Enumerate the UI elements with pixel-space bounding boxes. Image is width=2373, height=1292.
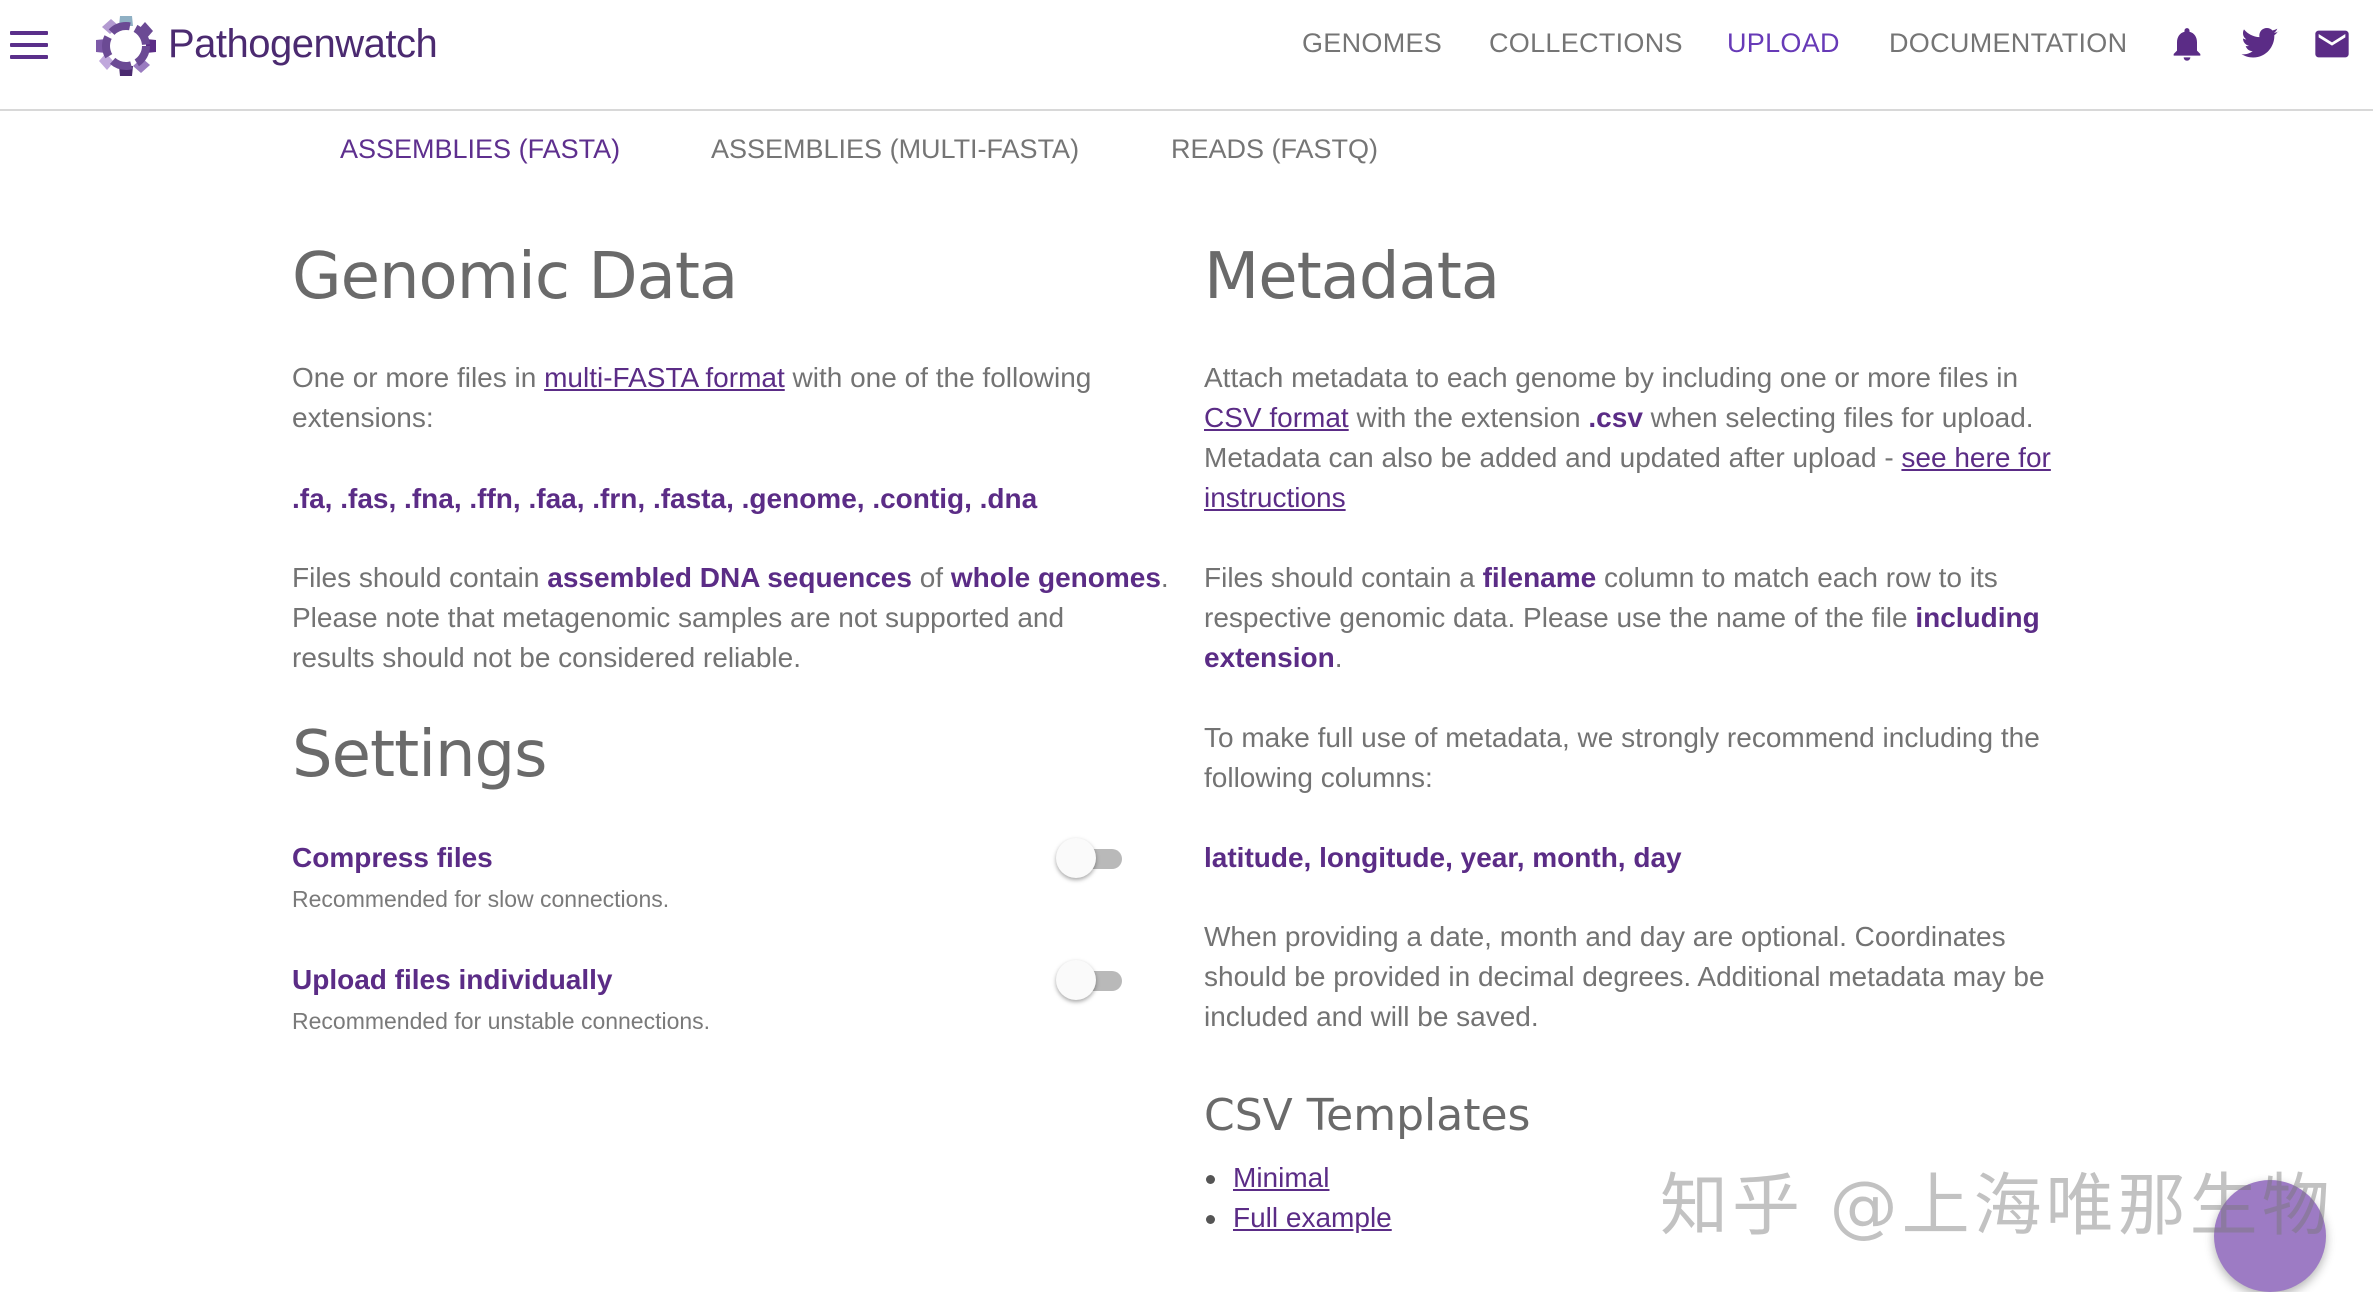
upload-individually-toggle[interactable]	[1056, 960, 1128, 1000]
instructions-link[interactable]: instructions	[1204, 482, 1346, 513]
full-example-template-link[interactable]: Full example	[1233, 1202, 1392, 1233]
list-item: Full example	[1206, 1202, 1392, 1234]
tab-assemblies-fasta[interactable]: ASSEMBLIES (FASTA)	[340, 134, 620, 165]
nav-documentation[interactable]: DOCUMENTATION	[1889, 28, 2127, 59]
metadata-filename-note: Files should contain a filename column t…	[1204, 562, 2040, 673]
brand-name[interactable]: Pathogenwatch	[168, 22, 438, 67]
compress-files-description: Recommended for slow connections.	[292, 886, 670, 912]
gear-logo-icon[interactable]	[88, 8, 164, 84]
genomic-data-heading: Genomic Data	[292, 240, 738, 314]
upload-individually-description: Recommended for unstable connections.	[292, 1008, 711, 1034]
tab-reads-fastq[interactable]: READS (FASTQ)	[1171, 134, 1378, 165]
multi-fasta-format-link[interactable]: multi-FASTA format	[544, 362, 785, 393]
csv-format-link[interactable]: CSV format	[1204, 402, 1349, 433]
upload-individually-label: Upload files individually	[292, 964, 613, 995]
tab-assemblies-multi-fasta[interactable]: ASSEMBLIES (MULTI-FASTA)	[711, 134, 1079, 165]
metadata-date-note: When providing a date, month and day are…	[1204, 921, 2045, 1032]
watermark: 知乎 @上海唯那生物	[1660, 1167, 2334, 1246]
bell-icon[interactable]	[2167, 22, 2207, 66]
recommended-columns: latitude, longitude, year, month, day	[1204, 842, 1682, 873]
nav-genomes[interactable]: GENOMES	[1302, 28, 1442, 59]
metadata-description: Attach metadata to each genome by includ…	[1204, 362, 2051, 513]
nav-upload[interactable]: UPLOAD	[1727, 28, 1840, 59]
compress-files-label: Compress files	[292, 842, 493, 873]
settings-heading: Settings	[292, 718, 547, 792]
file-extensions: .fa, .fas, .fna, .ffn, .faa, .frn, .fast…	[292, 483, 1038, 514]
app-bar: Pathogenwatch GENOMES COLLECTIONS UPLOAD…	[0, 0, 2373, 111]
csv-templates-heading: CSV Templates	[1204, 1090, 1531, 1141]
minimal-template-link[interactable]: Minimal	[1233, 1162, 1329, 1193]
list-item: Minimal	[1206, 1162, 1329, 1194]
metadata-columns-note: To make full use of metadata, we strongl…	[1204, 722, 2040, 793]
hamburger-menu-icon[interactable]	[8, 28, 52, 62]
see-here-instructions-link[interactable]: see here for	[1901, 442, 2050, 473]
nav-collections[interactable]: COLLECTIONS	[1489, 28, 1683, 59]
mail-icon[interactable]	[2310, 24, 2354, 64]
genomic-note: Files should contain assembled DNA seque…	[292, 562, 1169, 673]
genomic-description: One or more files in multi-FASTA format …	[292, 362, 1092, 433]
compress-files-toggle[interactable]	[1056, 838, 1128, 878]
twitter-icon[interactable]	[2238, 24, 2282, 64]
metadata-heading: Metadata	[1204, 240, 1500, 314]
